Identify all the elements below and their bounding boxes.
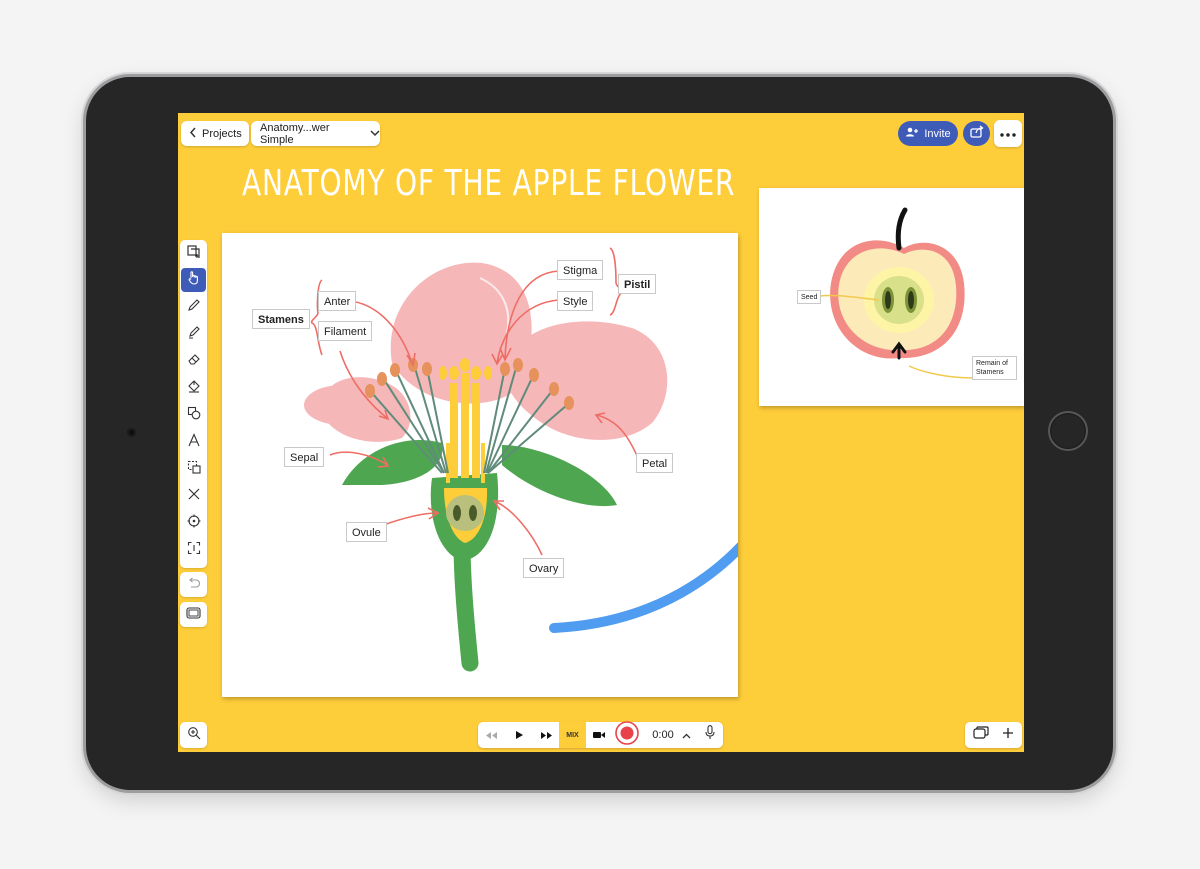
pages-button[interactable]: [968, 722, 994, 748]
slides-button[interactable]: [180, 602, 207, 627]
fast-forward-icon: [540, 726, 552, 744]
highlighter-icon: [187, 325, 201, 344]
tool-laser[interactable]: [181, 484, 206, 508]
shapes-icon: [187, 406, 201, 425]
capture-frame-icon: [187, 541, 201, 560]
label-pistil[interactable]: Pistil: [618, 274, 657, 294]
label-sepal[interactable]: Sepal: [284, 447, 325, 467]
projects-button[interactable]: Projects: [181, 121, 249, 146]
recording-timer: 0:00: [652, 729, 674, 741]
tool-palette: [180, 240, 207, 568]
zoom-in-icon: [187, 726, 201, 745]
invite-label: Invite: [924, 127, 951, 140]
label-filament[interactable]: Filament: [318, 321, 373, 341]
app-screen: Projects Anatomy...wer Simple Invite ANA…: [178, 113, 1024, 752]
record-button[interactable]: [612, 720, 642, 750]
play-button[interactable]: [506, 722, 532, 748]
label-ovary[interactable]: Ovary: [523, 558, 565, 578]
video-camera-icon: [593, 726, 605, 744]
add-person-icon: [905, 127, 919, 140]
lasso-select-icon: [187, 460, 201, 479]
tool-eraser[interactable]: [181, 349, 206, 373]
document-title-dropdown[interactable]: Anatomy...wer Simple: [251, 121, 380, 146]
invite-button[interactable]: Invite: [898, 121, 958, 146]
tool-capture[interactable]: [181, 538, 206, 562]
chevron-left-icon: [189, 127, 197, 141]
timer-expand-button[interactable]: [679, 722, 693, 748]
text-icon: [187, 432, 201, 452]
eraser-icon: [187, 352, 201, 371]
microphone-icon: [705, 725, 715, 745]
rewind-button[interactable]: [478, 722, 504, 748]
paint-bucket-icon: [187, 379, 201, 398]
chevron-up-icon: [682, 726, 691, 744]
mix-button[interactable]: MIX: [559, 722, 586, 748]
share-button[interactable]: [963, 121, 990, 146]
page-controls: [965, 722, 1022, 748]
pages-icon: [973, 726, 989, 744]
add-page-icon: [186, 244, 201, 264]
pencil-icon: [187, 298, 201, 317]
tool-select[interactable]: [181, 457, 206, 481]
plus-icon: [1002, 726, 1014, 744]
rewind-icon: [485, 726, 497, 744]
tool-pencil[interactable]: [181, 295, 206, 319]
label-stigma[interactable]: Stigma: [557, 260, 604, 280]
tool-text[interactable]: [181, 430, 206, 454]
fast-forward-button[interactable]: [533, 722, 559, 748]
slides-icon: [186, 606, 201, 624]
front-camera: [127, 428, 136, 437]
crosshair-icon: [187, 514, 201, 533]
label-style[interactable]: Style: [557, 291, 594, 311]
more-icon: [1000, 128, 1016, 140]
tool-add-page[interactable]: [181, 242, 206, 266]
tool-fill[interactable]: [181, 376, 206, 400]
record-icon: [615, 720, 639, 750]
label-anter[interactable]: Anter: [318, 291, 357, 311]
hand-pointer-icon: [187, 270, 201, 290]
canvas-title: ANATOMY OF THE APPLE FLOWER: [242, 163, 736, 204]
projects-label: Projects: [202, 127, 242, 140]
label-stamens[interactable]: Stamens: [252, 309, 310, 329]
tool-highlighter[interactable]: [181, 322, 206, 346]
recording-toolbar: MIX 0:00: [478, 720, 723, 750]
tool-target[interactable]: [181, 511, 206, 535]
undo-button[interactable]: [180, 572, 207, 597]
camera-button[interactable]: [588, 722, 610, 748]
add-page-button[interactable]: [995, 722, 1021, 748]
label-ovule[interactable]: Ovule: [346, 522, 387, 542]
apple-diagram-card[interactable]: Seed Remain of Stamens: [759, 188, 1024, 406]
label-seed[interactable]: Seed: [797, 290, 822, 304]
chevron-down-icon: [370, 128, 380, 140]
document-title: Anatomy...wer Simple: [260, 121, 330, 146]
share-icon: [969, 124, 984, 143]
tool-hand[interactable]: [181, 268, 206, 292]
label-remain-of-stamens[interactable]: Remain of Stamens: [972, 356, 1017, 380]
undo-icon: [187, 576, 201, 594]
label-petal[interactable]: Petal: [636, 453, 674, 473]
microphone-button[interactable]: [699, 722, 721, 748]
home-button[interactable]: [1048, 411, 1088, 451]
zoom-button[interactable]: [180, 722, 207, 748]
more-button[interactable]: [994, 120, 1022, 147]
close-x-icon: [187, 487, 201, 506]
flower-diagram-card[interactable]: Stamens Anter Filament Stigma Style Pist…: [222, 233, 738, 697]
tool-shapes[interactable]: [181, 403, 206, 427]
play-icon: [515, 726, 523, 744]
